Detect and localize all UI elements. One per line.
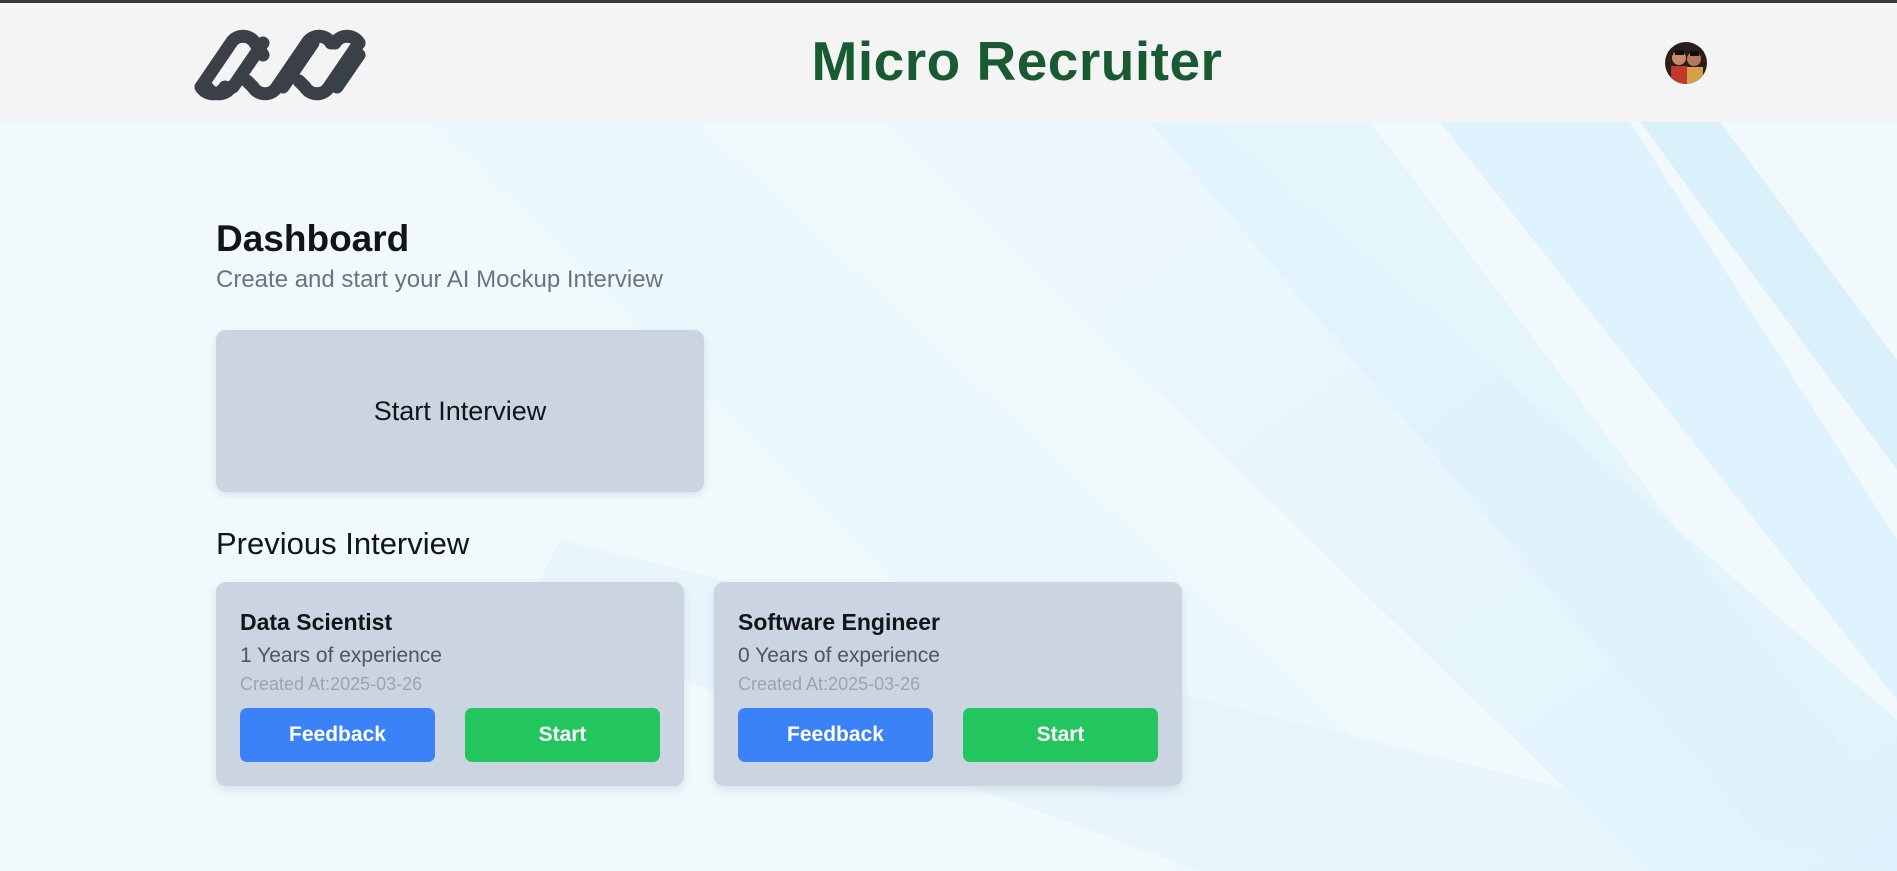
previous-interview-heading: Previous Interview (216, 526, 470, 561)
interview-card: Software Engineer 0 Years of experience … (714, 582, 1182, 786)
interview-experience: 0 Years of experience (738, 644, 940, 667)
interview-experience: 1 Years of experience (240, 644, 442, 667)
interview-role: Software Engineer (738, 609, 940, 635)
start-interview-card[interactable]: Start Interview (216, 330, 704, 492)
page-title: Dashboard (216, 218, 410, 259)
app-title: Micro Recruiter (811, 30, 1223, 92)
start-button[interactable]: Start (465, 708, 660, 762)
user-avatar[interactable] (1665, 42, 1707, 84)
app-header: Micro Recruiter (0, 3, 1897, 122)
interview-role: Data Scientist (240, 609, 393, 635)
avatar-photo-icon (1665, 42, 1707, 84)
interview-created-date: Created At:2025-03-26 (240, 674, 423, 694)
feedback-button[interactable]: Feedback (738, 708, 933, 762)
feedback-button[interactable]: Feedback (240, 708, 435, 762)
page-subtitle: Create and start your AI Mockup Intervie… (216, 266, 663, 293)
interview-card: Data Scientist 1 Years of experience Cre… (216, 582, 684, 786)
start-button[interactable]: Start (963, 708, 1158, 762)
dashboard-main: Dashboard Create and start your AI Mocku… (0, 122, 1897, 871)
interview-created-date: Created At:2025-03-26 (738, 674, 921, 694)
start-interview-label: Start Interview (373, 395, 547, 426)
